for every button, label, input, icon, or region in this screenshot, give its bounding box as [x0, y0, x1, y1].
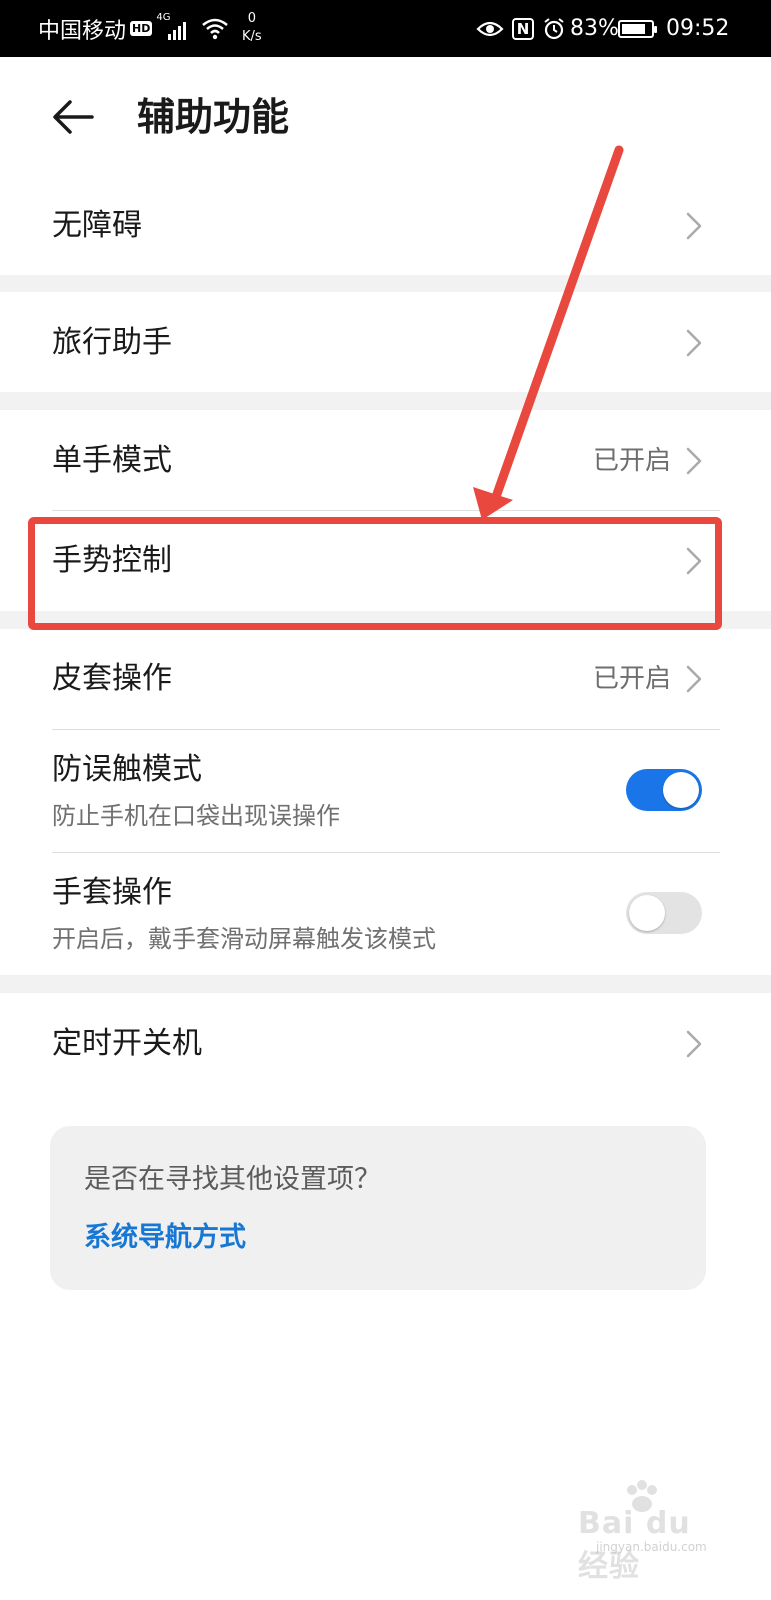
- toggle-knob: [663, 772, 699, 808]
- item-description: 开启后，戴手套滑动屏幕触发该模式: [52, 925, 436, 953]
- settings-item-accessibility[interactable]: 无障碍: [0, 177, 771, 275]
- item-label: 手势控制: [52, 543, 172, 578]
- settings-item-glove-mode: 手套操作 开启后，戴手套滑动屏幕触发该模式: [0, 853, 771, 975]
- speed-value: 0: [247, 11, 256, 26]
- glove-mode-toggle[interactable]: [626, 892, 702, 934]
- carrier-group: 中国移动 HD 4G: [38, 0, 230, 57]
- section-gap: [0, 392, 771, 410]
- settings-item-cover-operation[interactable]: 皮套操作 已开启: [0, 629, 771, 729]
- accidental-touch-toggle[interactable]: [626, 769, 702, 811]
- speed-unit: K/s: [242, 29, 262, 44]
- hd-badge: HD: [130, 21, 153, 36]
- toggle-knob: [629, 895, 665, 931]
- item-description: 防止手机在口袋出现误操作: [52, 802, 340, 830]
- settings-item-travel-assistant[interactable]: 旅行助手: [0, 292, 771, 392]
- wifi-icon: [202, 18, 229, 39]
- item-status: 已开启: [592, 446, 671, 476]
- item-label: 定时开关机: [52, 1026, 202, 1061]
- status-icons: N 83%: [476, 0, 619, 57]
- back-button[interactable]: [50, 87, 100, 147]
- chevron-right-icon: [686, 329, 702, 357]
- section-gap: [0, 975, 771, 993]
- watermark-url: jingyan.baidu.com: [596, 1540, 707, 1554]
- settings-item-gesture-control[interactable]: 手势控制: [0, 511, 771, 611]
- suggestion-question: 是否在寻找其他设置项？: [84, 1164, 381, 1195]
- system-navigation-link[interactable]: 系统导航方式: [84, 1220, 246, 1256]
- chevron-right-icon: [686, 447, 702, 475]
- app-bar: 辅助功能: [0, 57, 771, 177]
- eye-comfort-icon: [476, 21, 504, 36]
- item-label: 单手模式: [52, 443, 172, 478]
- clock: 09:52: [666, 16, 730, 41]
- item-status: 已开启: [592, 664, 671, 694]
- network-speed: 0 K/s: [242, 10, 262, 46]
- arrow-left-icon: [53, 100, 94, 134]
- settings-item-scheduled-power[interactable]: 定时开关机: [0, 993, 771, 1093]
- settings-item-one-hand-mode[interactable]: 单手模式 已开启: [0, 410, 771, 510]
- suggestion-card: 是否在寻找其他设置项？ 系统导航方式: [50, 1126, 706, 1290]
- chevron-right-icon: [686, 1030, 702, 1058]
- battery-group: 09:52: [618, 0, 729, 57]
- section-gap: [0, 275, 771, 292]
- item-label: 旅行助手: [52, 325, 172, 360]
- item-label: 无障碍: [52, 208, 142, 243]
- chevron-right-icon: [686, 212, 702, 240]
- baidu-watermark: Bai du 经验 jingyan.baidu.com: [578, 1480, 718, 1584]
- section-gap: [0, 611, 771, 629]
- status-bar: 中国移动 HD 4G 0 K/s N 83% 09:52: [0, 0, 771, 57]
- nfc-icon: N: [512, 17, 534, 40]
- battery-icon: [618, 19, 657, 38]
- settings-item-accidental-touch: 防误触模式 防止手机在口袋出现误操作: [0, 730, 771, 852]
- signal-icon: 4G: [156, 12, 194, 44]
- page-title: 辅助功能: [137, 95, 290, 139]
- carrier-name: 中国移动: [38, 18, 127, 44]
- item-label: 防误触模式: [52, 752, 202, 787]
- battery-percent: 83%: [570, 16, 619, 41]
- alarm-icon: [544, 17, 564, 39]
- item-label: 手套操作: [52, 875, 172, 910]
- chevron-right-icon: [686, 547, 702, 575]
- item-label: 皮套操作: [52, 661, 172, 696]
- chevron-right-icon: [686, 665, 702, 693]
